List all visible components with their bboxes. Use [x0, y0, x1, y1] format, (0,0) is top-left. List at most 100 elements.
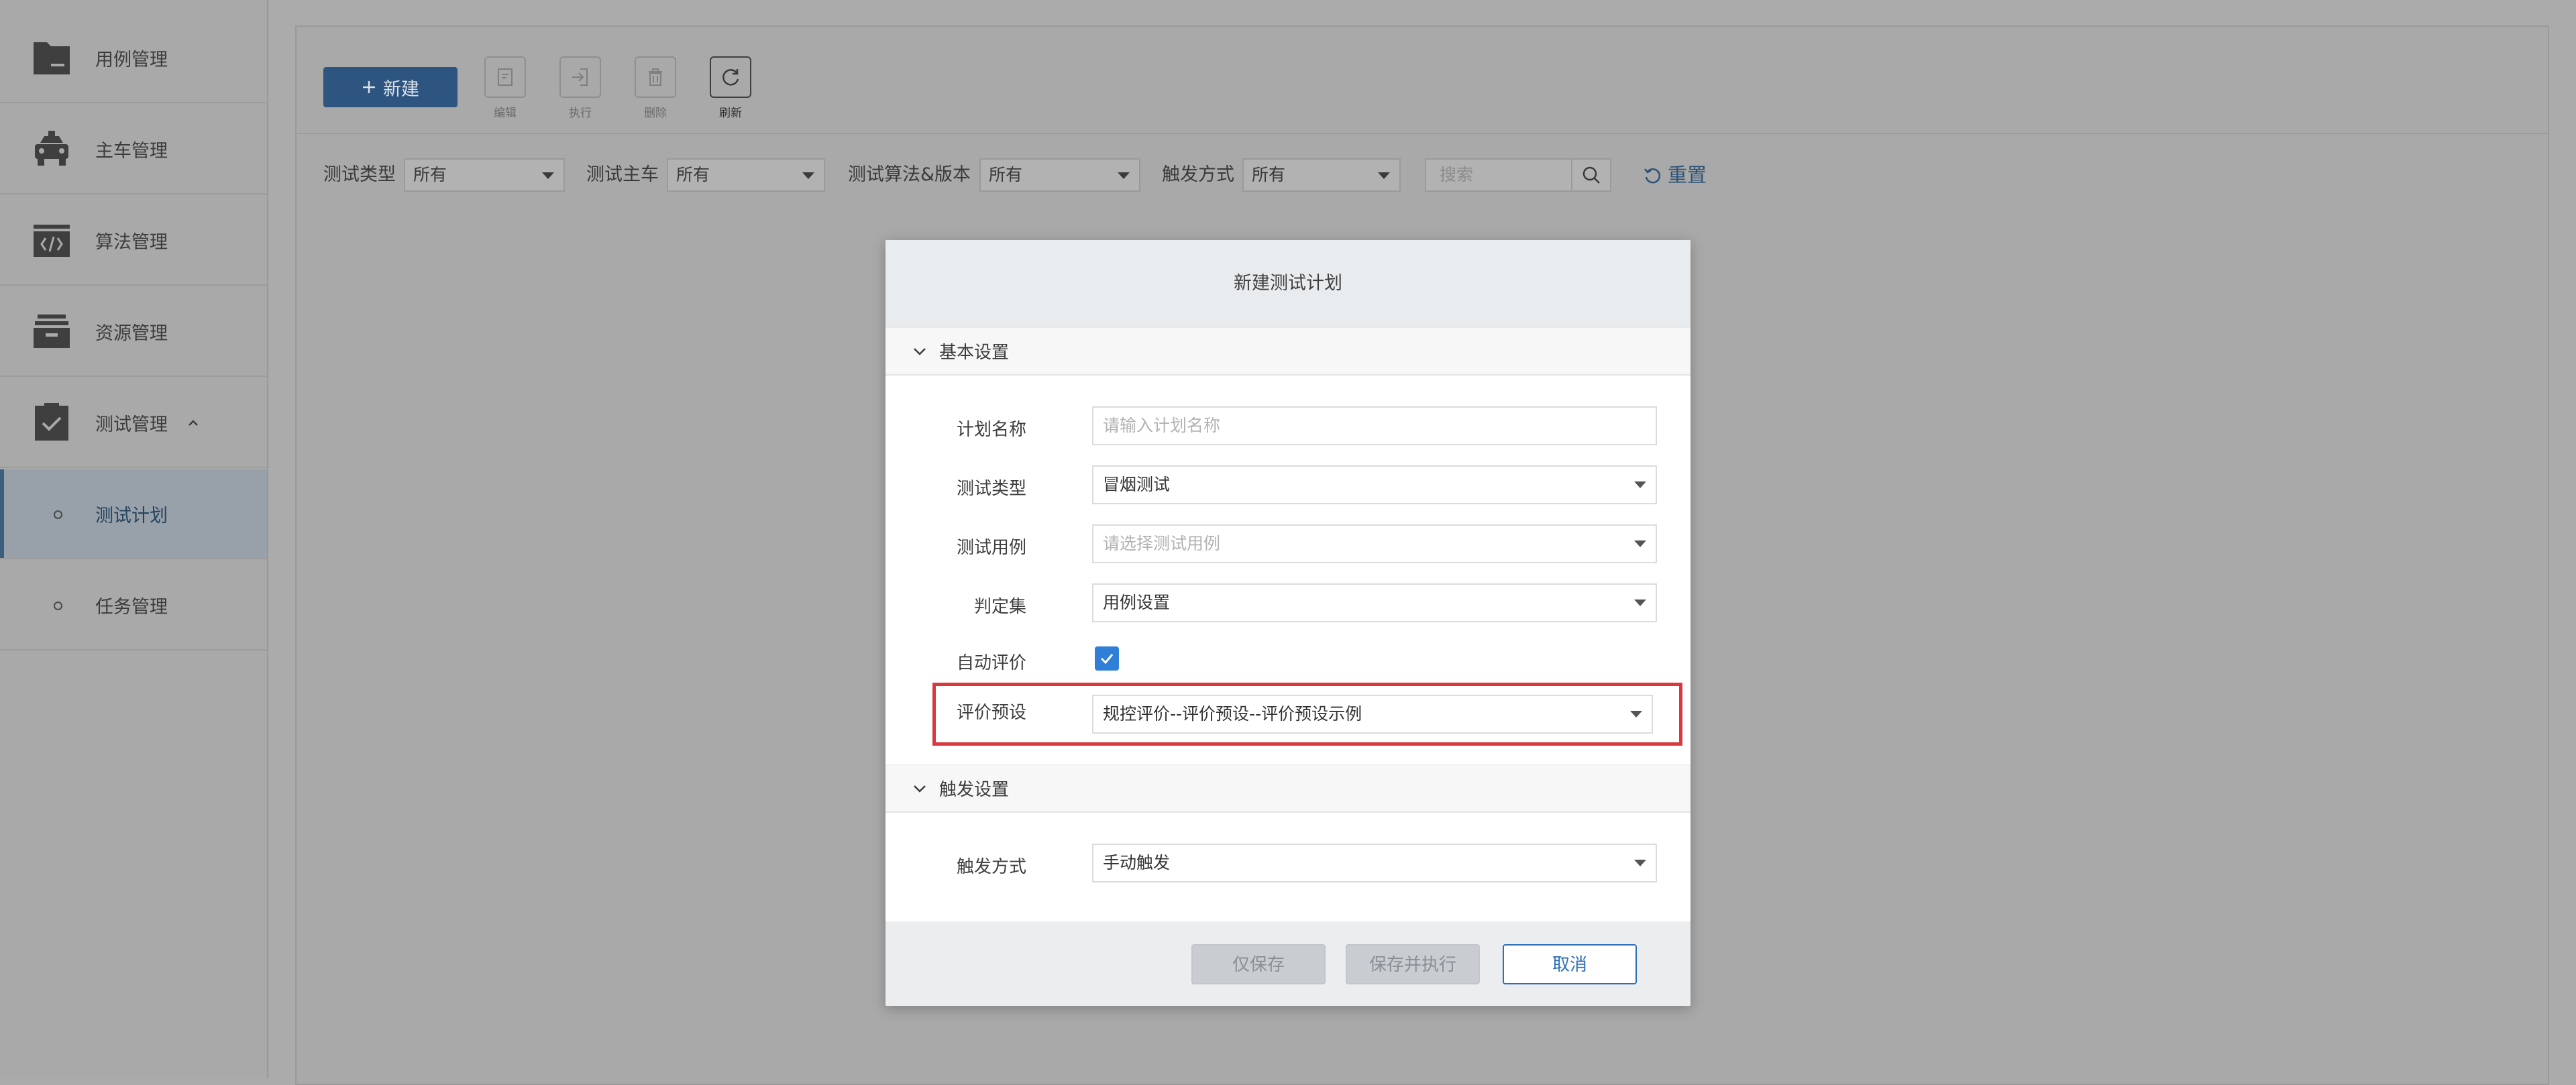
dialog-footer: 仅保存 保存并执行 取消 [885, 921, 1690, 1006]
chevron-down-icon [914, 785, 926, 793]
test-type-label: 测试类型 [956, 479, 1026, 499]
basic-settings-section-header[interactable]: 基本设置 [885, 327, 1690, 376]
test-vehicle-select[interactable]: 所有 [667, 158, 825, 192]
auto-eval-checkbox[interactable] [1095, 646, 1119, 671]
sidebar-item-label: 测试计划 [95, 505, 168, 526]
algorithm-select-value: 所有 [989, 165, 1023, 184]
sidebar-item-label: 算法管理 [95, 231, 168, 253]
refresh-icon [722, 69, 739, 86]
test-case-dropdown[interactable]: 请选择测试用例 [1092, 524, 1657, 563]
sidebar-item-case-management[interactable]: 用例管理 [0, 13, 267, 103]
test-vehicle-select-value: 所有 [676, 165, 710, 184]
refresh-button[interactable] [710, 56, 751, 98]
eval-preset-label: 评价预设 [956, 703, 1026, 723]
judge-set-value: 用例设置 [1103, 593, 1171, 612]
sidebar-item-label: 主车管理 [95, 140, 168, 162]
section-title: 基本设置 [939, 343, 1010, 363]
clipboard-check-icon [35, 403, 68, 441]
judge-set-label: 判定集 [973, 597, 1026, 617]
caret-down-icon [1630, 711, 1642, 718]
new-button-label: 新建 [383, 78, 419, 100]
test-case-placeholder: 请选择测试用例 [1103, 534, 1221, 553]
algorithm-select[interactable]: 所有 [979, 158, 1140, 192]
sidebar-item-label: 测试管理 [95, 414, 168, 435]
test-type-dropdown[interactable]: 冒烟测试 [1092, 465, 1657, 504]
folder-icon [34, 42, 70, 74]
new-button[interactable]: 新建 [323, 67, 458, 107]
sidebar-item-algorithm-management[interactable]: 算法管理 [0, 196, 267, 286]
archive-icon [34, 315, 70, 348]
sidebar-item-test-management[interactable]: 测试管理 [0, 378, 267, 468]
check-icon [1100, 654, 1114, 665]
plan-name-input[interactable]: 请输入计划名称 [1092, 406, 1657, 445]
caret-down-icon [1118, 172, 1130, 179]
auto-eval-label: 自动评价 [956, 653, 1026, 673]
search-icon [1582, 166, 1600, 184]
sidebar-item-label: 任务管理 [95, 596, 168, 618]
car-icon [35, 131, 68, 166]
trigger-select[interactable]: 所有 [1242, 158, 1401, 192]
active-indicator [0, 469, 4, 558]
bullet-icon [54, 602, 62, 610]
eval-preset-value: 规控评价--评价预设--评价预设示例 [1103, 704, 1362, 724]
refresh-label: 刷新 [719, 107, 742, 120]
new-test-plan-dialog: 新建测试计划 基本设置 计划名称 请输入计划名称 测试类型 冒烟测试 测试用例 … [885, 240, 1690, 1006]
sidebar-item-resource-management[interactable]: 资源管理 [0, 287, 267, 377]
sidebar-item-task-management[interactable]: 任务管理 [0, 561, 267, 650]
search-button[interactable] [1571, 158, 1611, 192]
judge-set-dropdown[interactable]: 用例设置 [1092, 583, 1657, 622]
search-input[interactable]: 搜索 [1425, 158, 1572, 192]
caret-down-icon [802, 172, 814, 179]
undo-icon [1644, 168, 1661, 184]
section-title: 触发设置 [939, 780, 1010, 800]
delete-label: 删除 [644, 107, 667, 120]
caret-down-icon [1634, 540, 1646, 547]
chevron-up-icon [189, 420, 198, 426]
code-icon [34, 225, 70, 257]
trigger-mode-value: 手动触发 [1103, 853, 1171, 872]
trigger-mode-label: 触发方式 [956, 857, 1026, 877]
eval-preset-dropdown[interactable]: 规控评价--评价预设--评价预设示例 [1092, 695, 1653, 734]
caret-down-icon [1634, 481, 1646, 488]
execute-icon [572, 68, 588, 86]
test-type-select[interactable]: 所有 [404, 158, 565, 192]
filter-label-test-type: 测试类型 [323, 164, 396, 185]
toolbar: 新建 编辑 执行 删除 刷新 [297, 27, 2548, 134]
sidebar-item-vehicle-management[interactable]: 主车管理 [0, 105, 267, 194]
trigger-select-value: 所有 [1252, 165, 1286, 184]
sidebar: 用例管理 主车管理 算法管理 资源管理 测试管理 测试计划 任务管理 [0, 0, 268, 1078]
save-only-button[interactable]: 仅保存 [1191, 944, 1326, 984]
edit-label: 编辑 [494, 107, 517, 120]
filter-label-test-vehicle: 测试主车 [586, 164, 659, 185]
plus-icon [363, 81, 375, 93]
trigger-mode-dropdown[interactable]: 手动触发 [1092, 844, 1657, 882]
edit-button[interactable] [484, 56, 526, 98]
sidebar-item-label: 资源管理 [95, 323, 168, 344]
filter-bar: 测试类型 所有 测试主车 所有 测试算法&版本 所有 触发方式 所有 搜索 重置 [297, 154, 2548, 196]
cancel-button[interactable]: 取消 [1503, 944, 1637, 984]
test-type-select-value: 所有 [413, 165, 447, 184]
caret-down-icon [1634, 599, 1646, 606]
trash-icon [649, 68, 662, 86]
sidebar-item-label: 用例管理 [95, 49, 168, 70]
reset-button[interactable]: 重置 [1642, 154, 1707, 196]
caret-down-icon [1634, 860, 1646, 866]
trigger-settings-section-header[interactable]: 触发设置 [885, 764, 1690, 813]
caret-down-icon [1378, 172, 1390, 179]
execute-button[interactable] [559, 56, 601, 98]
delete-button[interactable] [635, 56, 676, 98]
plan-name-label: 计划名称 [956, 420, 1026, 440]
caret-down-icon [542, 172, 554, 179]
bullet-icon [54, 510, 62, 519]
dialog-title: 新建测试计划 [885, 240, 1690, 327]
test-case-label: 测试用例 [956, 538, 1026, 558]
test-type-value: 冒烟测试 [1103, 475, 1171, 494]
reset-label: 重置 [1668, 164, 1707, 186]
filter-label-algorithm: 测试算法&版本 [848, 164, 971, 185]
filter-label-trigger: 触发方式 [1162, 164, 1234, 185]
edit-icon [498, 68, 513, 86]
save-and-execute-button[interactable]: 保存并执行 [1346, 944, 1480, 984]
sidebar-item-test-plan[interactable]: 测试计划 [0, 469, 267, 559]
execute-label: 执行 [569, 107, 592, 120]
chevron-down-icon [914, 348, 926, 355]
